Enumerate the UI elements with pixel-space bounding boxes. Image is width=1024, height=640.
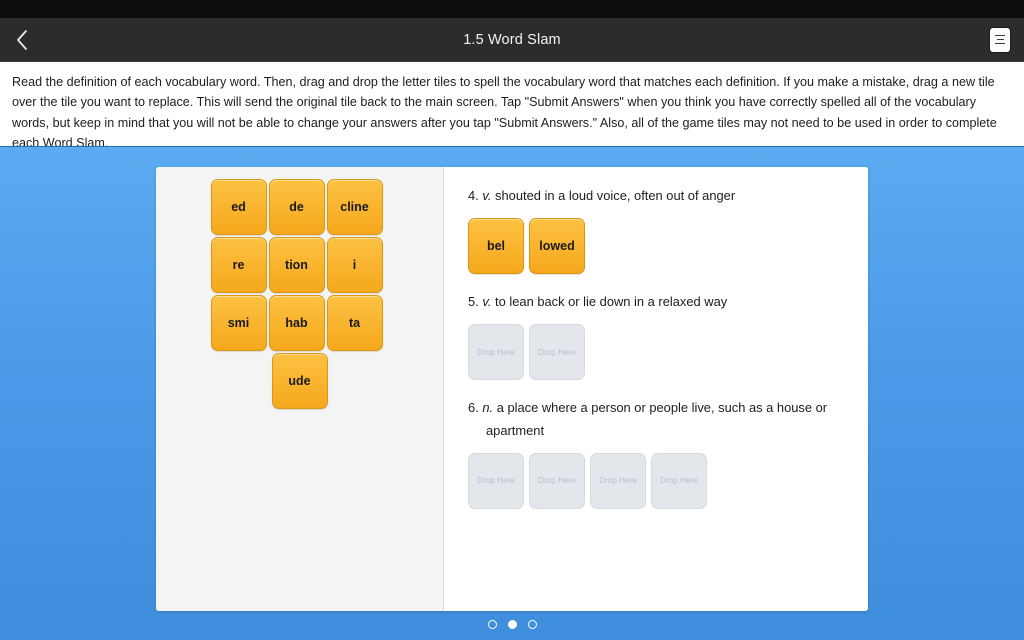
definition-number: 4. (468, 188, 479, 203)
tile-grid: ed de cline re tion i smi hab ta ude (210, 179, 389, 409)
letter-tile[interactable]: hab (268, 295, 325, 351)
answer-slot-row: Drop Here Drop Here Drop Here Drop Here (468, 452, 848, 509)
definition-item: 4. v. shouted in a loud voice, often out… (468, 185, 848, 275)
definition-text: 5. v. to lean back or lie down in a rela… (468, 291, 848, 313)
definition-body: to lean back or lie down in a relaxed wa… (495, 294, 728, 310)
drop-slot[interactable]: Drop Here (468, 452, 524, 509)
letter-tile[interactable]: ed (210, 179, 267, 235)
pager-dot-active[interactable] (507, 620, 517, 629)
letter-tile[interactable]: cline (326, 179, 383, 235)
part-of-speech: v. (482, 294, 492, 310)
part-of-speech: v. (482, 188, 492, 203)
letter-tile[interactable]: i (326, 237, 383, 293)
answer-slot-row: Drop Here Drop Here (468, 324, 848, 381)
part-of-speech: n. (482, 400, 494, 416)
pager-dot[interactable] (527, 620, 537, 629)
letter-tile[interactable]: ta (326, 295, 383, 351)
title-bar: 1.5 Word Slam (0, 18, 1024, 62)
letter-tile[interactable]: re (210, 237, 267, 293)
letter-tile[interactable]: ude (271, 353, 328, 409)
letter-tile[interactable]: smi (210, 295, 267, 351)
menu-icon-line (995, 42, 1005, 45)
game-stage: ed de cline re tion i smi hab ta ude 4. … (0, 146, 1024, 640)
word-slam-card: ed de cline re tion i smi hab ta ude 4. … (156, 167, 868, 611)
answer-tile[interactable]: lowed (529, 218, 585, 275)
pager-dot[interactable] (487, 620, 497, 629)
status-strip (0, 0, 1024, 18)
definition-item: 6. n. a place where a person or people l… (468, 397, 848, 509)
letter-tile[interactable]: de (268, 179, 325, 235)
menu-button[interactable] (990, 27, 1010, 52)
tile-bank: ed de cline re tion i smi hab ta ude (156, 167, 444, 611)
page-title: 1.5 Word Slam (463, 31, 561, 48)
drop-slot[interactable]: Drop Here (651, 452, 707, 509)
definition-body: shouted in a loud voice, often out of an… (495, 188, 736, 203)
answer-slot-row: bel lowed (468, 218, 848, 275)
definition-text: 4. v. shouted in a loud voice, often out… (468, 185, 848, 207)
definition-item: 5. v. to lean back or lie down in a rela… (468, 291, 848, 381)
drop-slot[interactable]: Drop Here (590, 452, 646, 509)
back-button[interactable] (14, 23, 48, 57)
definition-text: 6. n. a place where a person or people l… (468, 397, 848, 441)
definition-number: 6. (468, 400, 479, 416)
definition-number: 5. (468, 294, 479, 310)
menu-icon-line (996, 38, 1004, 41)
letter-tile[interactable]: tion (268, 237, 325, 293)
drop-slot[interactable]: Drop Here (529, 324, 585, 381)
pager-dots (0, 620, 1024, 629)
drop-slot[interactable]: Drop Here (529, 452, 585, 509)
definitions-pane: 4. v. shouted in a loud voice, often out… (444, 167, 868, 611)
instructions-text: Read the definition of each vocabulary w… (0, 62, 1024, 150)
definition-body: a place where a person or people live, s… (486, 400, 828, 438)
chevron-left-icon (14, 29, 30, 51)
drop-slot[interactable]: Drop Here (468, 324, 524, 381)
menu-icon-line (995, 34, 1005, 37)
answer-tile[interactable]: bel (468, 218, 524, 275)
